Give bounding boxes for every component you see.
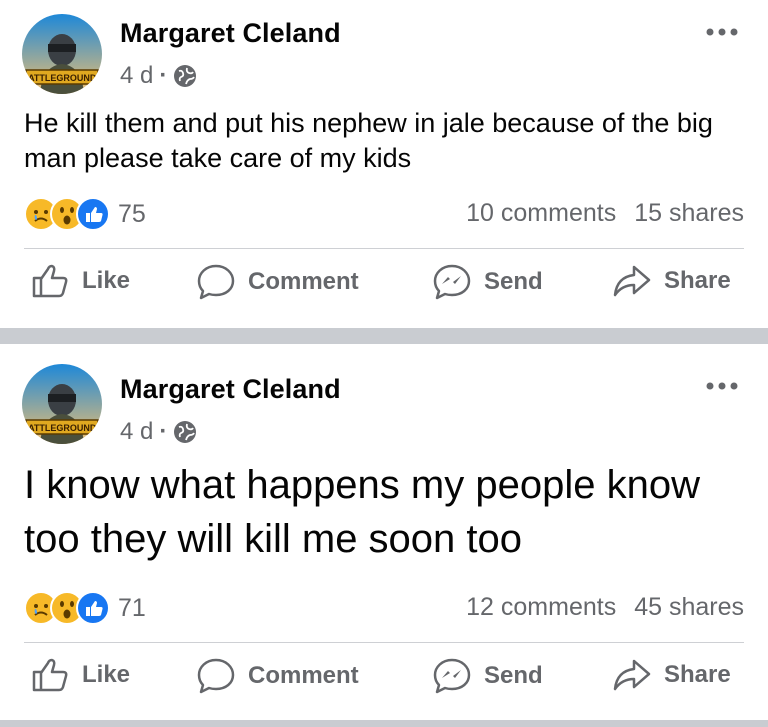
reactions-count: 75 (118, 199, 146, 228)
divider (24, 248, 744, 249)
shares-count[interactable]: 15 shares (634, 199, 744, 228)
reactions-count: 71 (118, 593, 146, 622)
author-name[interactable]: Margaret Cleland (120, 18, 341, 49)
send-label: Send (484, 268, 543, 295)
share-arrow-icon (613, 659, 651, 691)
share-button[interactable]: Share (612, 264, 731, 298)
send-button[interactable]: Send (432, 264, 543, 300)
comments-count[interactable]: 10 comments (466, 199, 616, 228)
comment-bubble-icon (197, 264, 235, 300)
post-meta: 4 d · (120, 62, 197, 90)
thumbs-up-icon (32, 658, 68, 692)
globe-icon (174, 65, 197, 87)
meta-separator: · (159, 418, 168, 445)
post-separator (0, 720, 768, 727)
comment-button[interactable]: Comment (196, 658, 359, 694)
like-label: Like (82, 661, 131, 688)
comment-label: Comment (248, 268, 359, 295)
post-actions: Like Comment Send Share (0, 264, 768, 314)
like-button[interactable]: Like (32, 658, 130, 692)
post-text: He kill them and put his nephew in jale … (24, 108, 713, 173)
comment-button[interactable]: Comment (196, 264, 359, 300)
avatar[interactable]: BATTLEGROUNDS (22, 14, 102, 94)
post-text: I know what happens my people know too t… (24, 463, 700, 561)
like-reaction-icon (76, 591, 110, 625)
post-time[interactable]: 4 d (120, 418, 153, 446)
comments-count[interactable]: 12 comments (466, 593, 616, 622)
comment-label: Comment (248, 662, 359, 689)
share-arrow-icon (613, 265, 651, 297)
engagement-stats: 12 comments 45 shares (466, 593, 744, 622)
share-label: Share (664, 661, 731, 688)
reactions-summary[interactable]: 71 (24, 591, 146, 625)
send-button[interactable]: Send (432, 658, 543, 694)
author-name[interactable]: Margaret Cleland (120, 374, 341, 405)
divider (24, 642, 744, 643)
post-time[interactable]: 4 d (120, 62, 153, 90)
post-actions: Like Comment Send Share (0, 658, 768, 708)
like-reaction-icon (76, 197, 110, 231)
post-separator (0, 328, 768, 344)
thumbs-up-icon (32, 264, 68, 298)
post: BATTLEGROUNDS Margaret Cleland 4 d · He … (0, 0, 768, 328)
send-label: Send (484, 662, 543, 689)
like-label: Like (82, 267, 131, 294)
globe-icon (174, 421, 197, 443)
like-button[interactable]: Like (32, 264, 130, 298)
post: BATTLEGROUNDS Margaret Cleland 4 d · I k… (0, 344, 768, 720)
messenger-icon (433, 658, 471, 694)
meta-separator: · (159, 62, 168, 89)
engagement-stats: 10 comments 15 shares (466, 199, 744, 228)
share-button[interactable]: Share (612, 658, 731, 692)
avatar-logo-text: BATTLEGROUNDS (22, 423, 102, 433)
more-options-icon[interactable] (702, 376, 742, 396)
avatar[interactable]: BATTLEGROUNDS (22, 364, 102, 444)
more-options-icon[interactable] (702, 22, 742, 42)
comment-bubble-icon (197, 658, 235, 694)
shares-count[interactable]: 45 shares (634, 593, 744, 622)
messenger-icon (433, 264, 471, 300)
share-label: Share (664, 267, 731, 294)
avatar-logo-text: BATTLEGROUNDS (22, 73, 102, 83)
reactions-summary[interactable]: 75 (24, 197, 146, 231)
post-meta: 4 d · (120, 418, 197, 446)
